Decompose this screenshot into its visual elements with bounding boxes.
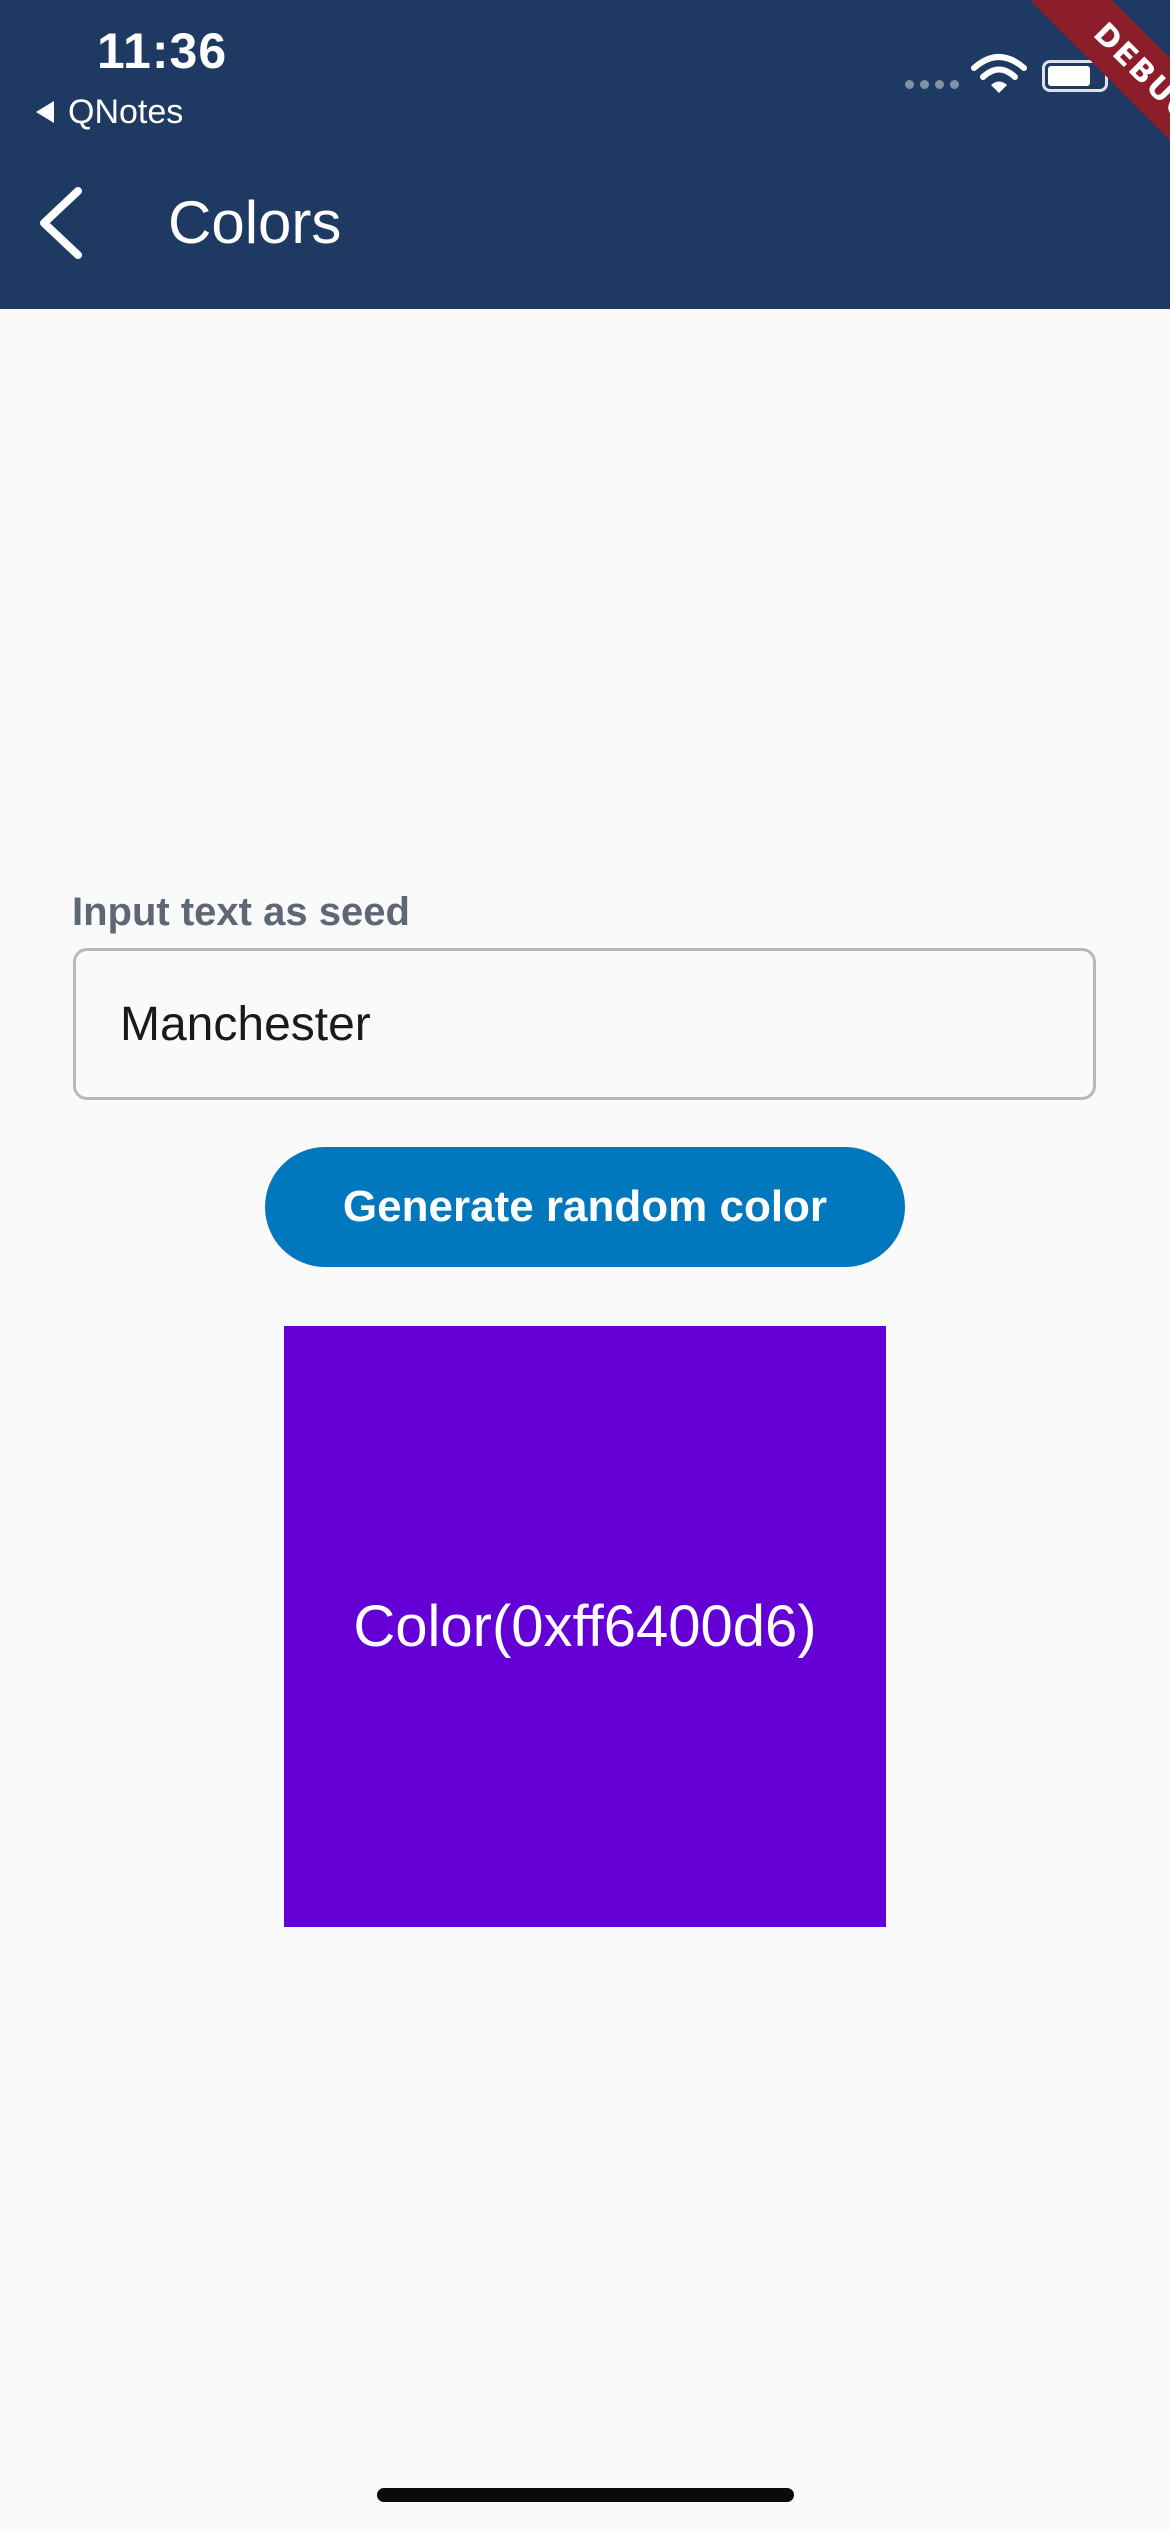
debug-banner-label: DEBUG [1031, 0, 1170, 170]
back-to-app-link[interactable]: QNotes [36, 92, 183, 132]
seed-input[interactable] [73, 948, 1096, 1100]
back-triangle-icon [36, 101, 54, 123]
color-value-label: Color(0xff6400d6) [353, 1594, 817, 1659]
home-indicator[interactable] [377, 2488, 794, 2502]
status-time: 11:36 [97, 23, 228, 79]
app-bar: 11:36 QNotes DEBUG Colors [0, 0, 1170, 309]
chevron-left-icon[interactable] [34, 183, 90, 263]
colors-screen: 11:36 QNotes DEBUG Colors Input text as … [0, 0, 1170, 2532]
debug-banner: DEBUG [1000, 0, 1170, 170]
color-swatch: Color(0xff6400d6) [284, 1326, 886, 1927]
seed-input-label: Input text as seed [72, 890, 410, 934]
page-title: Colors [168, 189, 342, 256]
back-app-label: QNotes [68, 92, 184, 131]
generate-random-color-button[interactable]: Generate random color [265, 1147, 905, 1267]
cellular-signal-icon [905, 80, 959, 89]
